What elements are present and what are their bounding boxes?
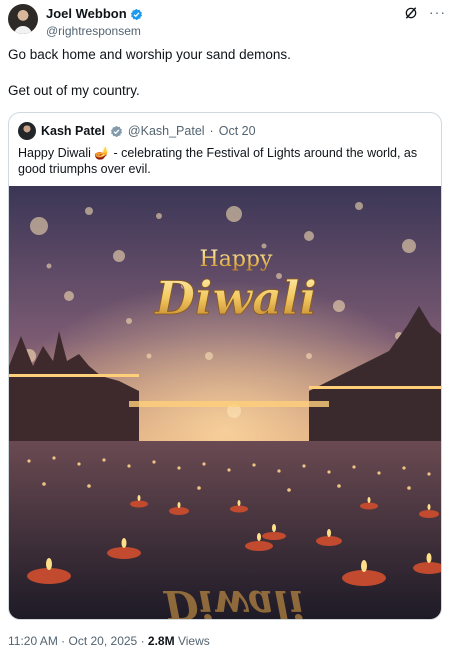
post-footer: 11:20 AM · Oct 20, 2025 · 2.8M Views xyxy=(8,634,210,648)
quoted-author-name[interactable]: Kash Patel xyxy=(41,124,105,138)
author-avatar[interactable] xyxy=(8,4,38,34)
quoted-date[interactable]: Oct 20 xyxy=(219,124,256,138)
verified-badge-icon xyxy=(130,8,142,20)
quoted-text: Happy Diwali 🪔 - celebrating the Festiva… xyxy=(18,146,418,176)
footer-separator: · xyxy=(61,634,66,648)
author-name-row[interactable]: Joel Webbon xyxy=(46,6,143,22)
grok-icon[interactable] xyxy=(404,6,418,20)
author-name[interactable]: Joel Webbon xyxy=(46,6,127,22)
image-title-line1: Happy xyxy=(200,247,273,272)
post-text: Go back home and worship your sand demon… xyxy=(8,46,444,100)
more-options-icon[interactable]: ··· xyxy=(429,5,446,19)
post-text-line: Go back home and worship your sand demon… xyxy=(8,47,291,62)
quoted-post[interactable]: Kash Patel @Kash_Patel · Oct 20 Happy Di… xyxy=(8,112,442,620)
quoted-author-handle[interactable]: @Kash_Patel xyxy=(128,124,205,138)
quoted-header: Kash Patel @Kash_Patel · Oct 20 xyxy=(18,122,256,140)
post-header: Joel Webbon @rightresponsem ··· xyxy=(8,4,446,38)
post-text-line: Get out of my country. xyxy=(8,83,140,98)
reflection-text: Diwali xyxy=(163,581,305,620)
image-title-line2: Diwali xyxy=(153,271,317,325)
views-label: Views xyxy=(177,634,210,648)
author-handle[interactable]: @rightresponsem xyxy=(46,23,143,39)
footer-separator: · xyxy=(140,634,145,648)
quoted-author-avatar[interactable] xyxy=(18,122,36,140)
author-block: Joel Webbon @rightresponsem xyxy=(46,5,143,39)
meta-separator: · xyxy=(209,124,214,138)
views-count[interactable]: 2.8M xyxy=(148,634,175,648)
post-time[interactable]: 11:20 AM xyxy=(8,634,58,648)
diwali-image[interactable]: Happy Diwali Diwali xyxy=(9,186,442,620)
post-date[interactable]: Oct 20, 2025 xyxy=(69,634,138,648)
verified-gray-badge-icon xyxy=(110,125,123,137)
